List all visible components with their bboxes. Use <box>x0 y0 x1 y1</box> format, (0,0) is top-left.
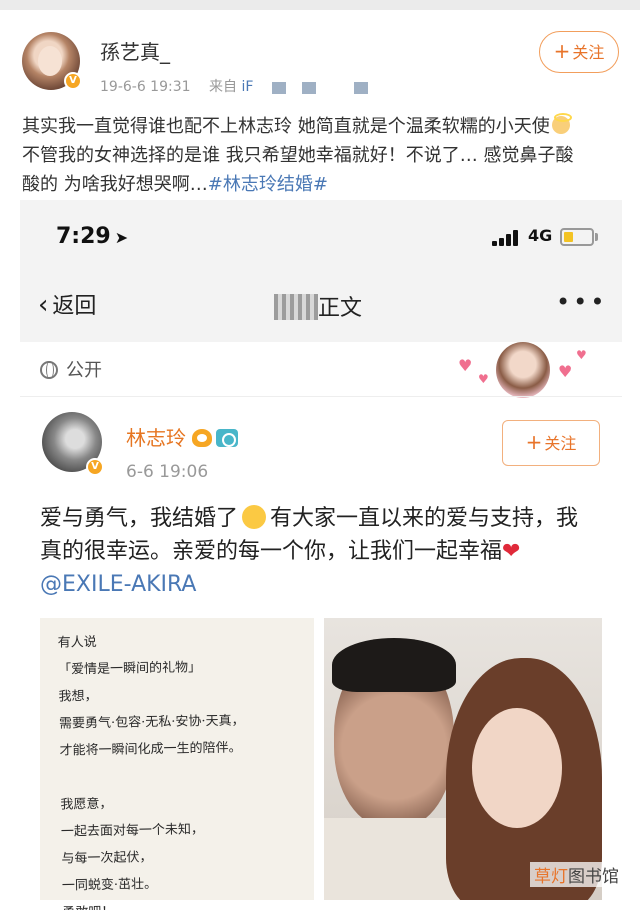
hashtag-link[interactable]: #林志玲结婚# <box>208 174 328 195</box>
visibility-row: 公开 <box>40 356 102 382</box>
source-client[interactable]: iF <box>241 79 253 95</box>
verified-badge-icon: V <box>64 72 82 90</box>
plus-icon: + <box>553 39 571 63</box>
watermark-part: 图书馆 <box>568 867 619 887</box>
note-line <box>60 761 246 791</box>
crown-badge-icon <box>192 429 212 447</box>
note-line: 我想， <box>58 688 98 705</box>
note-line: 与每一次起伏， <box>61 850 153 867</box>
watermark-part: 草灯 <box>534 867 568 887</box>
inner-username-text: 林志玲 <box>126 426 186 450</box>
note-line: 「爱情是一瞬间的礼物」 <box>57 660 202 678</box>
note-line: 一起去面对每一个未知， <box>60 822 205 840</box>
post-body: 其实我一直觉得谁也配不上林志玲 她简直就是个温柔软糯的小天使 不管我的女神选择的… <box>22 112 622 199</box>
status-time: 7:29 ➤ <box>56 224 128 249</box>
couple-photo[interactable] <box>324 618 602 900</box>
avatar-face <box>38 46 62 76</box>
network-type: 4G <box>528 226 553 245</box>
location-arrow-icon: ➤ <box>114 228 129 247</box>
back-label: 返回 <box>52 294 97 319</box>
photo-man-hair <box>332 638 456 692</box>
camera-badge-icon <box>216 429 238 447</box>
more-options-icon[interactable]: ••• <box>556 288 607 316</box>
post-text-line: 其实我一直觉得谁也配不上林志玲 她简直就是个温柔软糯的小天使 <box>22 116 550 137</box>
heart-icon: ♥ <box>558 362 573 381</box>
heart-icon: ♥ <box>458 356 473 375</box>
note-line: 有人说 <box>57 634 97 651</box>
battery-level <box>564 232 573 242</box>
redacted-block <box>354 82 368 94</box>
signal-icon <box>492 230 522 246</box>
handwritten-note: 有人说「爱情是一瞬间的礼物」 我想， 需要勇气·包容·无私·安协·天真， 才能将一瞬间… <box>57 626 248 910</box>
post-meta: 19-6-6 19:31 来自 iF <box>100 76 253 96</box>
inner-post-body: 爱与勇气，我结婚了 有大家一直以来的爱与支持，我真的很幸运。亲爱的每一个你，让我们… <box>40 502 600 601</box>
inner-follow-button[interactable]: + 关注 <box>502 420 600 466</box>
mention-link[interactable]: @EXILE-AKIRA <box>40 572 196 597</box>
nav-title-text: 正文 <box>318 296 363 321</box>
status-time-text: 7:29 <box>56 224 111 249</box>
note-line: 才能将一瞬间化成一生的陪伴。 <box>59 740 242 759</box>
note-line: 一同蜕变·茁壮。 <box>61 876 158 894</box>
note-line: 勇敢吧！ <box>62 896 248 910</box>
redacted-block <box>302 82 316 94</box>
source-prefix: 来自 <box>208 79 237 95</box>
visibility-label: 公开 <box>66 360 102 381</box>
handwritten-note-photo[interactable]: 有人说「爱情是一瞬间的礼物」 我想， 需要勇气·包容·无私·安协·天真， 才能将一瞬间… <box>40 618 314 910</box>
inner-username[interactable]: 林志玲 <box>126 422 238 451</box>
redacted-title-block <box>274 294 318 320</box>
angel-emoji-icon <box>551 113 572 134</box>
post-card: 公开 ♥ ♥ ♥ ♥ V 林志玲 6-6 19:06 + 关注 爱与勇气，我结婚了… <box>20 342 622 910</box>
redacted-block <box>272 82 286 94</box>
post-date: 19-6-6 19:31 <box>100 79 191 95</box>
divider <box>20 396 622 397</box>
note-line: 需要勇气·包容·无私·安协·天真， <box>58 713 245 732</box>
red-heart-emoji-icon: ❤ <box>502 539 521 564</box>
battery-icon <box>560 228 594 246</box>
smiling-emoji-icon <box>242 505 267 529</box>
follow-button[interactable]: + 关注 <box>539 31 619 73</box>
post-text-line: 不管我的女神选择的是谁 我只希望她幸福就好！不说了… 感觉鼻子酸 <box>22 145 574 166</box>
photo-woman <box>472 708 562 828</box>
heart-icon: ♥ <box>576 348 587 362</box>
battery-tip <box>595 233 598 241</box>
inner-text-part: 爱与勇气，我结婚了 <box>40 506 239 531</box>
back-button[interactable]: ‹ 返回 <box>38 288 96 320</box>
note-line: 我愿意， <box>60 796 113 813</box>
heart-icon: ♥ <box>478 372 489 386</box>
verified-badge-icon: V <box>86 458 104 476</box>
chevron-left-icon: ‹ <box>38 290 49 320</box>
sticker-portrait <box>496 342 550 398</box>
plus-icon: + <box>525 430 543 454</box>
globe-icon <box>40 361 58 379</box>
post-text-line: 酸的 为啥我好想哭啊… <box>22 174 208 195</box>
post-username[interactable]: 孫艺真_ <box>100 36 170 65</box>
embedded-screenshot: 7:29 ➤ 4G ‹ 返回 正文 ••• 公开 ♥ ♥ ♥ ♥ V 林志玲 6… <box>20 200 622 910</box>
follow-label: 关注 <box>572 43 605 62</box>
decoration-sticker: ♥ ♥ ♥ ♥ <box>458 342 594 398</box>
watermark: 草灯图书馆 <box>530 862 623 887</box>
follow-label: 关注 <box>544 434 577 453</box>
top-strip <box>0 0 640 10</box>
inner-post-date: 6-6 19:06 <box>126 462 209 482</box>
